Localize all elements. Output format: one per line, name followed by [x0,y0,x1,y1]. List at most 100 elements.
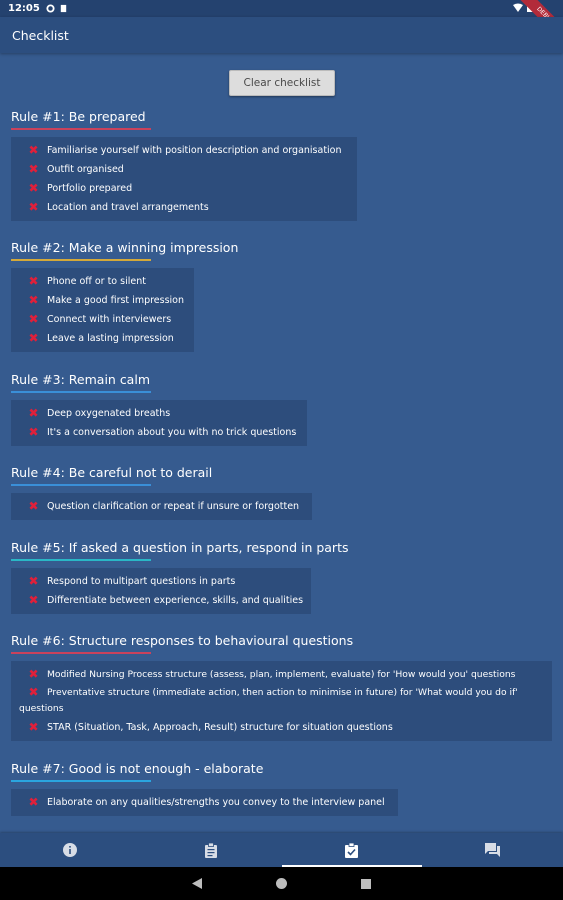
checklist-item[interactable]: ✖ Leave a lasting impression [19,329,186,348]
info-icon [63,843,78,857]
rule-section: Rule #5: If asked a question in parts, r… [11,540,349,614]
checklist-item[interactable]: ✖ Phone off or to silent [19,272,186,291]
checklist-item[interactable]: ✖ Portfolio prepared [19,179,349,198]
nav-item-clipboard[interactable] [141,833,282,867]
checklist-item[interactable]: ✖ Connect with interviewers [19,310,186,329]
rule-underline [11,559,151,561]
checklist-item-label: Outfit organised [47,164,124,175]
checklist-item-label: Differentiate between experience, skills… [47,595,304,606]
clipboard-check-icon [345,842,359,858]
checklist-item[interactable]: ✖ Make a good first impression [19,291,186,310]
wifi-icon [513,3,523,12]
unchecked-x-icon: ✖ [28,200,39,214]
checklist-item[interactable]: ✖ Deep oxygenated breaths [19,404,299,423]
unchecked-x-icon: ✖ [28,181,39,195]
rule-title: Rule #6: Structure responses to behaviou… [11,633,354,648]
unchecked-x-icon: ✖ [28,331,39,345]
rule-title: Rule #1: Be prepared [11,109,146,124]
checklist-item-label: Familiarise yourself with position descr… [47,145,342,156]
rule-section: Rule #2: Make a winning impression ✖ Phon… [11,240,238,352]
checklist-item[interactable]: ✖ STAR (Situation, Task, Approach, Result… [19,718,544,737]
home-icon[interactable] [276,878,287,889]
checklist-item[interactable]: ✖ Location and travel arrangements [19,198,349,217]
rule-items-box: ✖ Modified Nursing Process structure (ass… [11,661,552,741]
status-time: 12:05 [8,3,40,14]
nav-item-info[interactable] [0,833,141,867]
status-bar: 12:05 DEBUG [0,0,563,49]
rule-section: Rule #4: Be careful not to derail ✖ Quest… [11,465,312,520]
rule-title: Rule #5: If asked a question in parts, r… [11,540,349,555]
nav-item-checklist[interactable] [281,833,423,867]
unchecked-x-icon: ✖ [28,685,39,699]
checklist-item[interactable]: ✖ Elaborate on any qualities/strengths yo… [19,793,390,812]
rule-underline [11,391,151,393]
checklist-item[interactable]: ✖ Modified Nursing Process structure (ass… [19,665,544,684]
checklist-item-label: Respond to multipart questions in parts [47,576,236,587]
checklist-item-label: Elaborate on any qualities/strengths you… [47,797,385,808]
rule-section: Rule #1: Be prepared ✖ Familiarise yourse… [11,109,357,221]
unchecked-x-icon: ✖ [28,574,39,588]
settings-icon [46,4,55,13]
clear-checklist-button[interactable]: Clear checklist [229,70,335,96]
rule-underline [11,484,151,486]
rule-items-box: ✖ Question clarification or repeat if uns… [11,493,312,520]
checklist-item-label: Question clarification or repeat if unsu… [47,501,300,512]
checklist-content[interactable]: Clear checklist Rule #1: Be prepared ✖ Fa… [0,53,563,833]
checklist-item-label: Phone off or to silent [47,276,146,287]
unchecked-x-icon: ✖ [28,499,39,513]
page-title: Checklist [12,27,69,43]
checklist-item[interactable]: ✖ Question clarification or repeat if uns… [19,497,304,516]
bottom-navigation [0,833,563,867]
unchecked-x-icon: ✖ [28,720,39,734]
rule-title: Rule #4: Be careful not to derail [11,465,213,480]
rule-underline [11,259,151,261]
checklist-item[interactable]: ✖ Outfit organised [19,160,349,179]
checklist-item-label: Modified Nursing Process structure (asse… [47,669,516,680]
rule-items-box: ✖ Respond to multipart questions in parts… [11,568,311,614]
checklist-item-label: Location and travel arrangements [47,202,209,213]
clipboard-icon [205,842,218,858]
unchecked-x-icon: ✖ [28,425,39,439]
checklist-item[interactable]: ✖ Differentiate between experience, skill… [19,591,303,610]
checklist-item-label: Portfolio prepared [47,183,133,194]
rule-underline [11,780,151,782]
unchecked-x-icon: ✖ [28,312,39,326]
checklist-item-label: STAR (Situation, Task, Approach, Result)… [47,722,393,733]
rule-items-box: ✖ Deep oxygenated breaths ✖ It's a convers… [11,400,307,446]
rule-underline [11,128,151,130]
rule-title: Rule #3: Remain calm [11,372,150,387]
checklist-item-label: Make a good first impression [47,295,185,306]
rule-items-box: ✖ Familiarise yourself with position desc… [11,137,357,221]
recents-icon[interactable] [361,878,371,889]
rule-items-box: ✖ Phone off or to silent ✖ Make a good fir… [11,268,194,352]
unchecked-x-icon: ✖ [28,143,39,157]
unchecked-x-icon: ✖ [28,162,39,176]
checklist-item-label: Preventative structure (immediate action… [19,687,518,714]
back-icon[interactable] [192,878,202,889]
rule-title: Rule #7: Good is not enough - elaborate [11,761,264,776]
checklist-item[interactable]: ✖ Familiarise yourself with position desc… [19,141,349,160]
rule-section: Rule #3: Remain calm ✖ Deep oxygenated br… [11,372,307,446]
rule-title: Rule #2: Make a winning impression [11,240,239,255]
unchecked-x-icon: ✖ [28,593,39,607]
rule-section: Rule #7: Good is not enough - elaborate … [11,761,398,816]
rule-underline [11,652,151,654]
checklist-item[interactable]: ✖ It's a conversation about you with no t… [19,423,299,442]
unchecked-x-icon: ✖ [28,293,39,307]
checklist-item-label: Connect with interviewers [47,314,172,325]
checklist-item[interactable]: ✖ Preventative structure (immediate actio… [19,684,544,718]
app-bar: Checklist [0,17,563,53]
unchecked-x-icon: ✖ [28,795,39,809]
rule-items-box: ✖ Elaborate on any qualities/strengths yo… [11,789,398,816]
nav-item-chat[interactable] [422,833,563,867]
unchecked-x-icon: ✖ [28,406,39,420]
checklist-item-label: Leave a lasting impression [47,333,174,344]
checklist-item-label: It's a conversation about you with no tr… [47,427,297,438]
chat-icon [485,843,501,857]
system-navigation-bar [0,867,563,900]
sd-card-icon [60,4,67,13]
unchecked-x-icon: ✖ [28,274,39,288]
rule-section: Rule #6: Structure responses to behaviou… [11,633,552,741]
checklist-item[interactable]: ✖ Respond to multipart questions in parts [19,572,303,591]
unchecked-x-icon: ✖ [28,667,39,681]
